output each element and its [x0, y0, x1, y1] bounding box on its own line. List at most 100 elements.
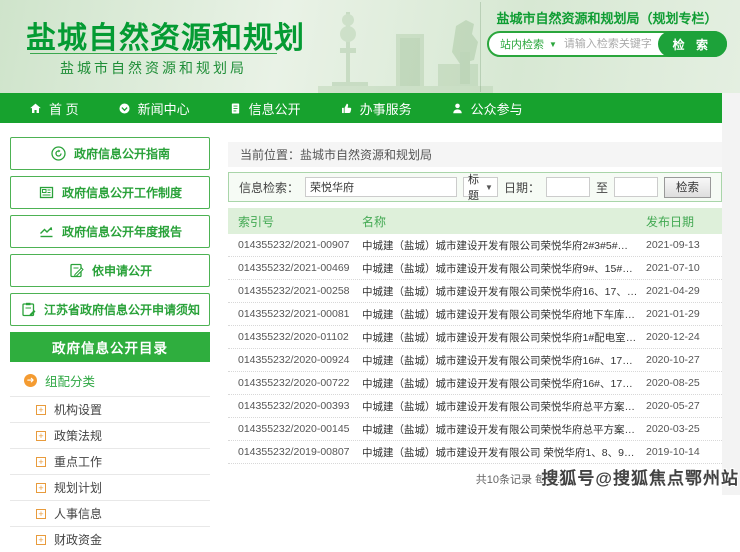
nav-item-news[interactable]: 新闻中心 — [118, 99, 190, 118]
cell-date: 2021-09-13 — [646, 239, 718, 251]
cell-index-no: 014355232/2020-00393 — [238, 400, 354, 412]
table-row[interactable]: 014355232/2020-01102 中城建（盐城）城市建设开发有限公司荣悦… — [228, 326, 722, 349]
cell-index-no: 014355232/2020-00145 — [238, 423, 354, 435]
cell-date: 2020-05-27 — [646, 400, 718, 412]
cell-date: 2021-04-29 — [646, 285, 718, 297]
site-subtitle: 盐城市自然资源和规划局 — [30, 58, 277, 78]
category-label: 机构设置 — [54, 401, 102, 418]
plus-box-icon: + — [36, 483, 46, 493]
filter-search-button[interactable]: 检索 — [664, 177, 711, 198]
sidebar-item-zhongdian[interactable]: + 重点工作 — [10, 448, 210, 474]
category-label: 财政资金 — [54, 531, 102, 548]
sidebar-box-guide[interactable]: 政府信息公开指南 — [10, 137, 210, 170]
site-search-button[interactable]: 检 索 — [658, 31, 727, 57]
cell-index-no: 014355232/2020-01102 — [238, 331, 354, 343]
cityscape-illustration — [318, 4, 493, 93]
filter-bar: 信息检索： 标题 ▼ 日期： 至 检索 — [228, 172, 722, 202]
sidebar-box-label: 江苏省政府信息公开申请须知 — [44, 301, 200, 318]
cell-date: 2019-10-14 — [646, 446, 718, 458]
sidebar-box-institution[interactable]: 政府信息公开工作制度 — [10, 176, 210, 209]
keyword-input[interactable] — [305, 177, 457, 197]
sidebar-box-notice[interactable]: 江苏省政府信息公开申请须知 — [10, 293, 210, 326]
nav-item-home[interactable]: 首 页 — [29, 99, 79, 118]
table-row[interactable]: 014355232/2021-00258 中城建（盐城）城市建设开发有限公司荣悦… — [228, 280, 722, 303]
cell-index-no: 014355232/2019-00807 — [238, 446, 354, 458]
chevron-down-icon: ▼ — [549, 40, 557, 49]
directory-banner: 政府信息公开目录 — [10, 332, 210, 362]
nav-label: 办事服务 — [360, 99, 412, 118]
cell-name[interactable]: 中城建（盐城）城市建设开发有限公司荣悦华府2#3#5#配电房、4# ... — [362, 238, 638, 253]
table-row[interactable]: 014355232/2021-00907 中城建（盐城）城市建设开发有限公司荣悦… — [228, 234, 722, 257]
search-scope-label: 站内检索 — [500, 36, 544, 52]
table-row[interactable]: 014355232/2021-00081 中城建（盐城）城市建设开发有限公司荣悦… — [228, 303, 722, 326]
sidebar-item-renshi[interactable]: + 人事信息 — [10, 500, 210, 526]
news-icon — [118, 102, 131, 115]
sidebar-box-label: 政府信息公开工作制度 — [62, 184, 182, 201]
guide-icon — [50, 145, 67, 162]
cell-name[interactable]: 中城建（盐城）城市建设开发有限公司荣悦华府地下车库二期工程A区-2 ... — [362, 307, 638, 322]
field-select[interactable]: 标题 ▼ — [463, 177, 498, 197]
cell-name[interactable]: 中城建（盐城）城市建设开发有限公司荣悦华府16#、17#、23#、 ... — [362, 376, 638, 391]
cell-name[interactable]: 中城建（盐城）城市建设开发有限公司荣悦华府16#、17#、23#、 ... — [362, 353, 638, 368]
notice-icon — [20, 301, 37, 318]
cell-name[interactable]: 中城建（盐城）城市建设开发有限公司荣悦华府1#配电室、8#配电室、 ... — [362, 330, 638, 345]
sidebar-box-report[interactable]: 政府信息公开年度报告 — [10, 215, 210, 248]
plus-box-icon: + — [36, 405, 46, 415]
info-icon — [229, 102, 242, 115]
nav-item-participation[interactable]: 公众参与 — [451, 99, 523, 118]
category-label: 政策法规 — [54, 427, 102, 444]
cell-name[interactable]: 中城建（盐城）城市建设开发有限公司荣悦华府总平方案调整 — [362, 422, 638, 437]
table-row[interactable]: 014355232/2021-00469 中城建（盐城）城市建设开发有限公司荣悦… — [228, 257, 722, 280]
table-row[interactable]: 014355232/2020-00393 中城建（盐城）城市建设开发有限公司荣悦… — [228, 395, 722, 418]
cell-date: 2020-10-27 — [646, 354, 718, 366]
category-label: 规划计划 — [54, 479, 102, 496]
category-label: 重点工作 — [54, 453, 102, 470]
participation-icon — [451, 102, 464, 115]
sidebar-item-zhengce[interactable]: + 政策法规 — [10, 422, 210, 448]
date-to-input[interactable] — [614, 177, 658, 197]
nav-item-service[interactable]: 办事服务 — [340, 99, 412, 118]
home-icon — [29, 102, 42, 115]
cell-date: 2021-07-10 — [646, 262, 718, 274]
plus-box-icon: + — [36, 535, 46, 545]
cell-index-no: 014355232/2021-00081 — [238, 308, 354, 320]
col-name: 名称 — [362, 213, 638, 230]
results-table: 索引号 名称 发布日期 014355232/2021-00907 中城建（盐城）… — [228, 208, 722, 464]
table-row[interactable]: 014355232/2020-00722 中城建（盐城）城市建设开发有限公司荣悦… — [228, 372, 722, 395]
sidebar-item-jigou[interactable]: + 机构设置 — [10, 396, 210, 422]
cell-index-no: 014355232/2020-00722 — [238, 377, 354, 389]
service-icon — [340, 102, 353, 115]
sidebar-box-label: 政府信息公开指南 — [74, 145, 170, 162]
main-nav: 首 页 新闻中心 信息公开 办事服务 公众参与 — [0, 93, 722, 123]
to-label: 至 — [596, 179, 608, 196]
sidebar-box-apply[interactable]: 依申请公开 — [10, 254, 210, 287]
portal-right-title: 盐城市自然资源和规划局（规划专栏） — [486, 8, 728, 27]
date-from-input[interactable] — [546, 177, 590, 197]
search-scope-dropdown[interactable]: 站内检索 ▼ — [489, 36, 564, 52]
site-search-input[interactable] — [564, 38, 658, 50]
cell-name[interactable]: 中城建（盐城）城市建设开发有限公司荣悦华府9#、15#、19-20 ... — [362, 261, 638, 276]
table-row[interactable]: 014355232/2019-00807 中城建（盐城）城市建设开发有限公司 荣… — [228, 441, 722, 464]
cell-date: 2020-12-24 — [646, 331, 718, 343]
col-date: 发布日期 — [646, 213, 718, 230]
sidebar-box-label: 政府信息公开年度报告 — [62, 223, 182, 240]
table-row[interactable]: 014355232/2020-00145 中城建（盐城）城市建设开发有限公司荣悦… — [228, 418, 722, 441]
table-row[interactable]: 014355232/2020-00924 中城建（盐城）城市建设开发有限公司荣悦… — [228, 349, 722, 372]
sidebar-item-caizheng[interactable]: + 财政资金 — [10, 526, 210, 552]
report-icon — [38, 223, 55, 240]
cell-name[interactable]: 中城建（盐城）城市建设开发有限公司荣悦华府总平方案调整批后公告 — [362, 399, 638, 414]
nav-label: 公众参与 — [471, 99, 523, 118]
nav-label: 首 页 — [49, 99, 79, 118]
cell-index-no: 014355232/2021-00258 — [238, 285, 354, 297]
cell-name[interactable]: 中城建（盐城）城市建设开发有限公司荣悦华府16、17、23、29、 ... — [362, 284, 638, 299]
sidebar-item-guihua[interactable]: + 规划计划 — [10, 474, 210, 500]
plus-box-icon: + — [36, 457, 46, 467]
cell-name[interactable]: 中城建（盐城）城市建设开发有限公司 荣悦华府1、8、9#配电房补发 ... — [362, 445, 638, 460]
arrow-right-icon: ➜ — [24, 374, 37, 387]
field-select-value: 标题 — [468, 171, 485, 203]
caret-down-icon: ▼ — [485, 183, 493, 192]
category-head[interactable]: ➜ 组配分类 — [10, 362, 210, 396]
cell-index-no: 014355232/2021-00907 — [238, 239, 354, 251]
nav-label: 新闻中心 — [138, 99, 190, 118]
nav-item-info[interactable]: 信息公开 — [229, 99, 301, 118]
